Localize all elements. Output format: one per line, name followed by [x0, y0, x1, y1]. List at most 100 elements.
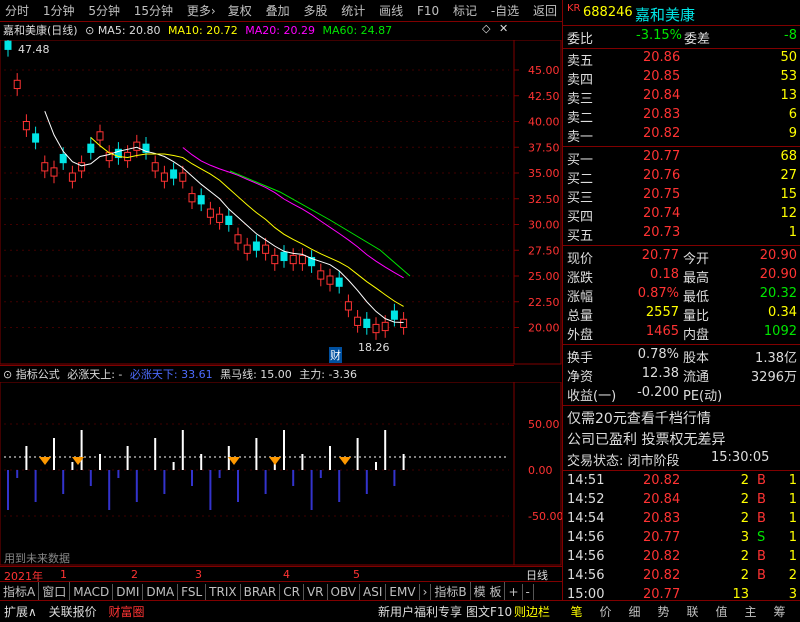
candle-body	[22, 121, 30, 131]
indicator-tab[interactable]: DMA	[143, 584, 179, 600]
ma-header: 嘉和美康(日线) ⊙ MA5: 20.80 MA10: 20.72 MA20: …	[0, 22, 514, 40]
stat-row: 涨跌 0.18 最高 20.90	[563, 267, 800, 286]
indicator-tab[interactable]: ASI	[360, 584, 387, 600]
mark-button[interactable]: 标记	[448, 0, 482, 21]
stat-value: 0.87%	[637, 286, 679, 301]
indicator-tab[interactable]: +	[505, 584, 523, 600]
buy-price[interactable]: 20.74	[643, 206, 680, 221]
tab-15min[interactable]: 15分钟	[129, 0, 178, 21]
tab-more[interactable]: 更多›	[182, 0, 221, 21]
indicator-chart[interactable]: 50.00 0.00 -50.00	[0, 382, 562, 566]
wealth-circle-tab[interactable]: 财富圈	[104, 601, 148, 622]
sell-price[interactable]: 20.84	[643, 88, 680, 103]
sidebar-link[interactable]: 则边栏	[514, 603, 550, 620]
sell-row: 卖三 20.84 13	[563, 88, 800, 107]
stat-value: 3296万	[750, 370, 797, 385]
tab-1min[interactable]: 1分钟	[38, 0, 80, 21]
chart-title: 嘉和美康(日线)	[3, 24, 78, 37]
candle-body	[188, 193, 196, 203]
ma10-label: MA10: 20.72	[168, 24, 238, 37]
indicator-name[interactable]: 指标公式	[16, 368, 60, 381]
high-label: 47.48	[18, 43, 50, 56]
indicator-tab[interactable]: ›	[420, 584, 432, 600]
indicator-tab[interactable]: BRAR	[241, 584, 281, 600]
signal-marker	[39, 457, 51, 465]
buy-price[interactable]: 20.73	[643, 225, 680, 240]
ad-profit[interactable]: 公司已盈利 投票权无差异	[567, 429, 725, 449]
related-quotes-tab[interactable]: 关联报价	[45, 601, 101, 622]
indicator-tab[interactable]: 指标A	[0, 582, 40, 601]
indicator-tab[interactable]: OBV	[328, 584, 361, 600]
stat-label: 最高	[683, 271, 710, 286]
stats-button[interactable]: 统计	[336, 0, 370, 21]
buy-row: 买一 20.77 68	[563, 149, 800, 168]
stat-value: 1092	[763, 324, 797, 339]
indicator-tick-label: 50.00	[528, 418, 560, 431]
y-tick-label: 20.00	[528, 322, 560, 335]
stat-row: 外盘 1465 内盘 1092	[563, 324, 800, 343]
sell-volume: 13	[780, 88, 797, 103]
finance-marker[interactable]: 财	[329, 347, 342, 363]
tick-volume: 2	[740, 568, 749, 583]
kline-chart[interactable]: 45.00 42.50 40.00 37.50 35.00 32.50 30.00 27.50…	[0, 40, 562, 365]
indicator-tab[interactable]: 窗口	[39, 582, 71, 601]
sell-price[interactable]: 20.85	[643, 69, 680, 84]
sell-price[interactable]: 20.86	[643, 50, 680, 65]
fuquan-button[interactable]: 复权	[223, 0, 257, 21]
low-label: 18.26	[358, 341, 390, 354]
buy-price[interactable]: 20.77	[643, 149, 680, 164]
f10-button[interactable]: F10	[412, 2, 444, 20]
ad-level2[interactable]: 仅需20元查看千档行情	[567, 408, 711, 428]
stat-row: 现价 20.77 今开 20.90	[563, 248, 800, 267]
diamond-icon[interactable]: ◇	[482, 22, 490, 35]
candle-body	[317, 270, 325, 280]
buy-price[interactable]: 20.75	[643, 187, 680, 202]
stat-label: 最低	[683, 290, 710, 305]
weibi-value: -3.15%	[636, 28, 682, 43]
indicator-tab[interactable]: MACD	[70, 584, 114, 600]
tick-row: 14:52 20.84 2 B 1	[563, 492, 800, 511]
indicator-tab[interactable]: 模 板	[471, 582, 506, 601]
indicator-tab[interactable]: -	[523, 584, 534, 600]
indicator-tab[interactable]: FSL	[178, 584, 207, 600]
tick-row: 15:00 20.77 13 3	[563, 587, 800, 606]
ma-toggle-icon[interactable]: ⊙	[85, 24, 94, 37]
sell-volume: 9	[788, 126, 797, 141]
sell-price[interactable]: 20.83	[643, 107, 680, 122]
tick-price: 20.83	[643, 511, 681, 526]
sell-price[interactable]: 20.82	[643, 126, 680, 141]
draw-button[interactable]: 画线	[374, 0, 408, 21]
remove-watch-button[interactable]: -自选	[486, 0, 524, 21]
indicator-tab[interactable]: DMI	[113, 584, 144, 600]
stock-code: 688246	[583, 5, 633, 20]
candle-body	[68, 172, 76, 182]
overlay-button[interactable]: 叠加	[261, 0, 295, 21]
indicator-toggle-icon[interactable]: ⊙	[3, 368, 12, 381]
expand-button[interactable]: 扩展∧	[0, 601, 41, 622]
indicator-tab[interactable]: VR	[304, 584, 328, 600]
candle-body	[354, 316, 362, 326]
indicator-tab[interactable]: EMV	[386, 584, 420, 600]
sell-row: 卖五 20.86 50	[563, 50, 800, 69]
buy-price[interactable]: 20.76	[643, 168, 680, 183]
multi-stock-button[interactable]: 多股	[298, 0, 332, 21]
back-button[interactable]: 返回	[528, 0, 562, 21]
buy-label: 买五	[567, 229, 594, 244]
tick-time: 14:54	[567, 511, 605, 526]
indicator-tab[interactable]: 指标B	[431, 582, 471, 601]
tab-fenshi[interactable]: 分时	[0, 0, 34, 21]
indicator-tab[interactable]: TRIX	[206, 584, 241, 600]
stat-label: 换手	[567, 351, 594, 366]
tab-5min[interactable]: 5分钟	[83, 0, 125, 21]
new-user-link[interactable]: 新用户福利专享	[378, 603, 462, 620]
candle-body	[32, 133, 40, 143]
candle-body	[262, 244, 270, 254]
tick-count: 3	[788, 587, 797, 602]
indicator-tab[interactable]: CR	[280, 584, 304, 600]
f10-text-link[interactable]: 图文F10	[466, 603, 512, 620]
tick-count: 1	[788, 530, 797, 545]
candle-body	[234, 234, 242, 244]
close-icon[interactable]: ✕	[499, 22, 508, 35]
trade-status: 交易状态: 闭市阶段	[567, 454, 680, 469]
y-tick-label: 45.00	[528, 64, 560, 77]
